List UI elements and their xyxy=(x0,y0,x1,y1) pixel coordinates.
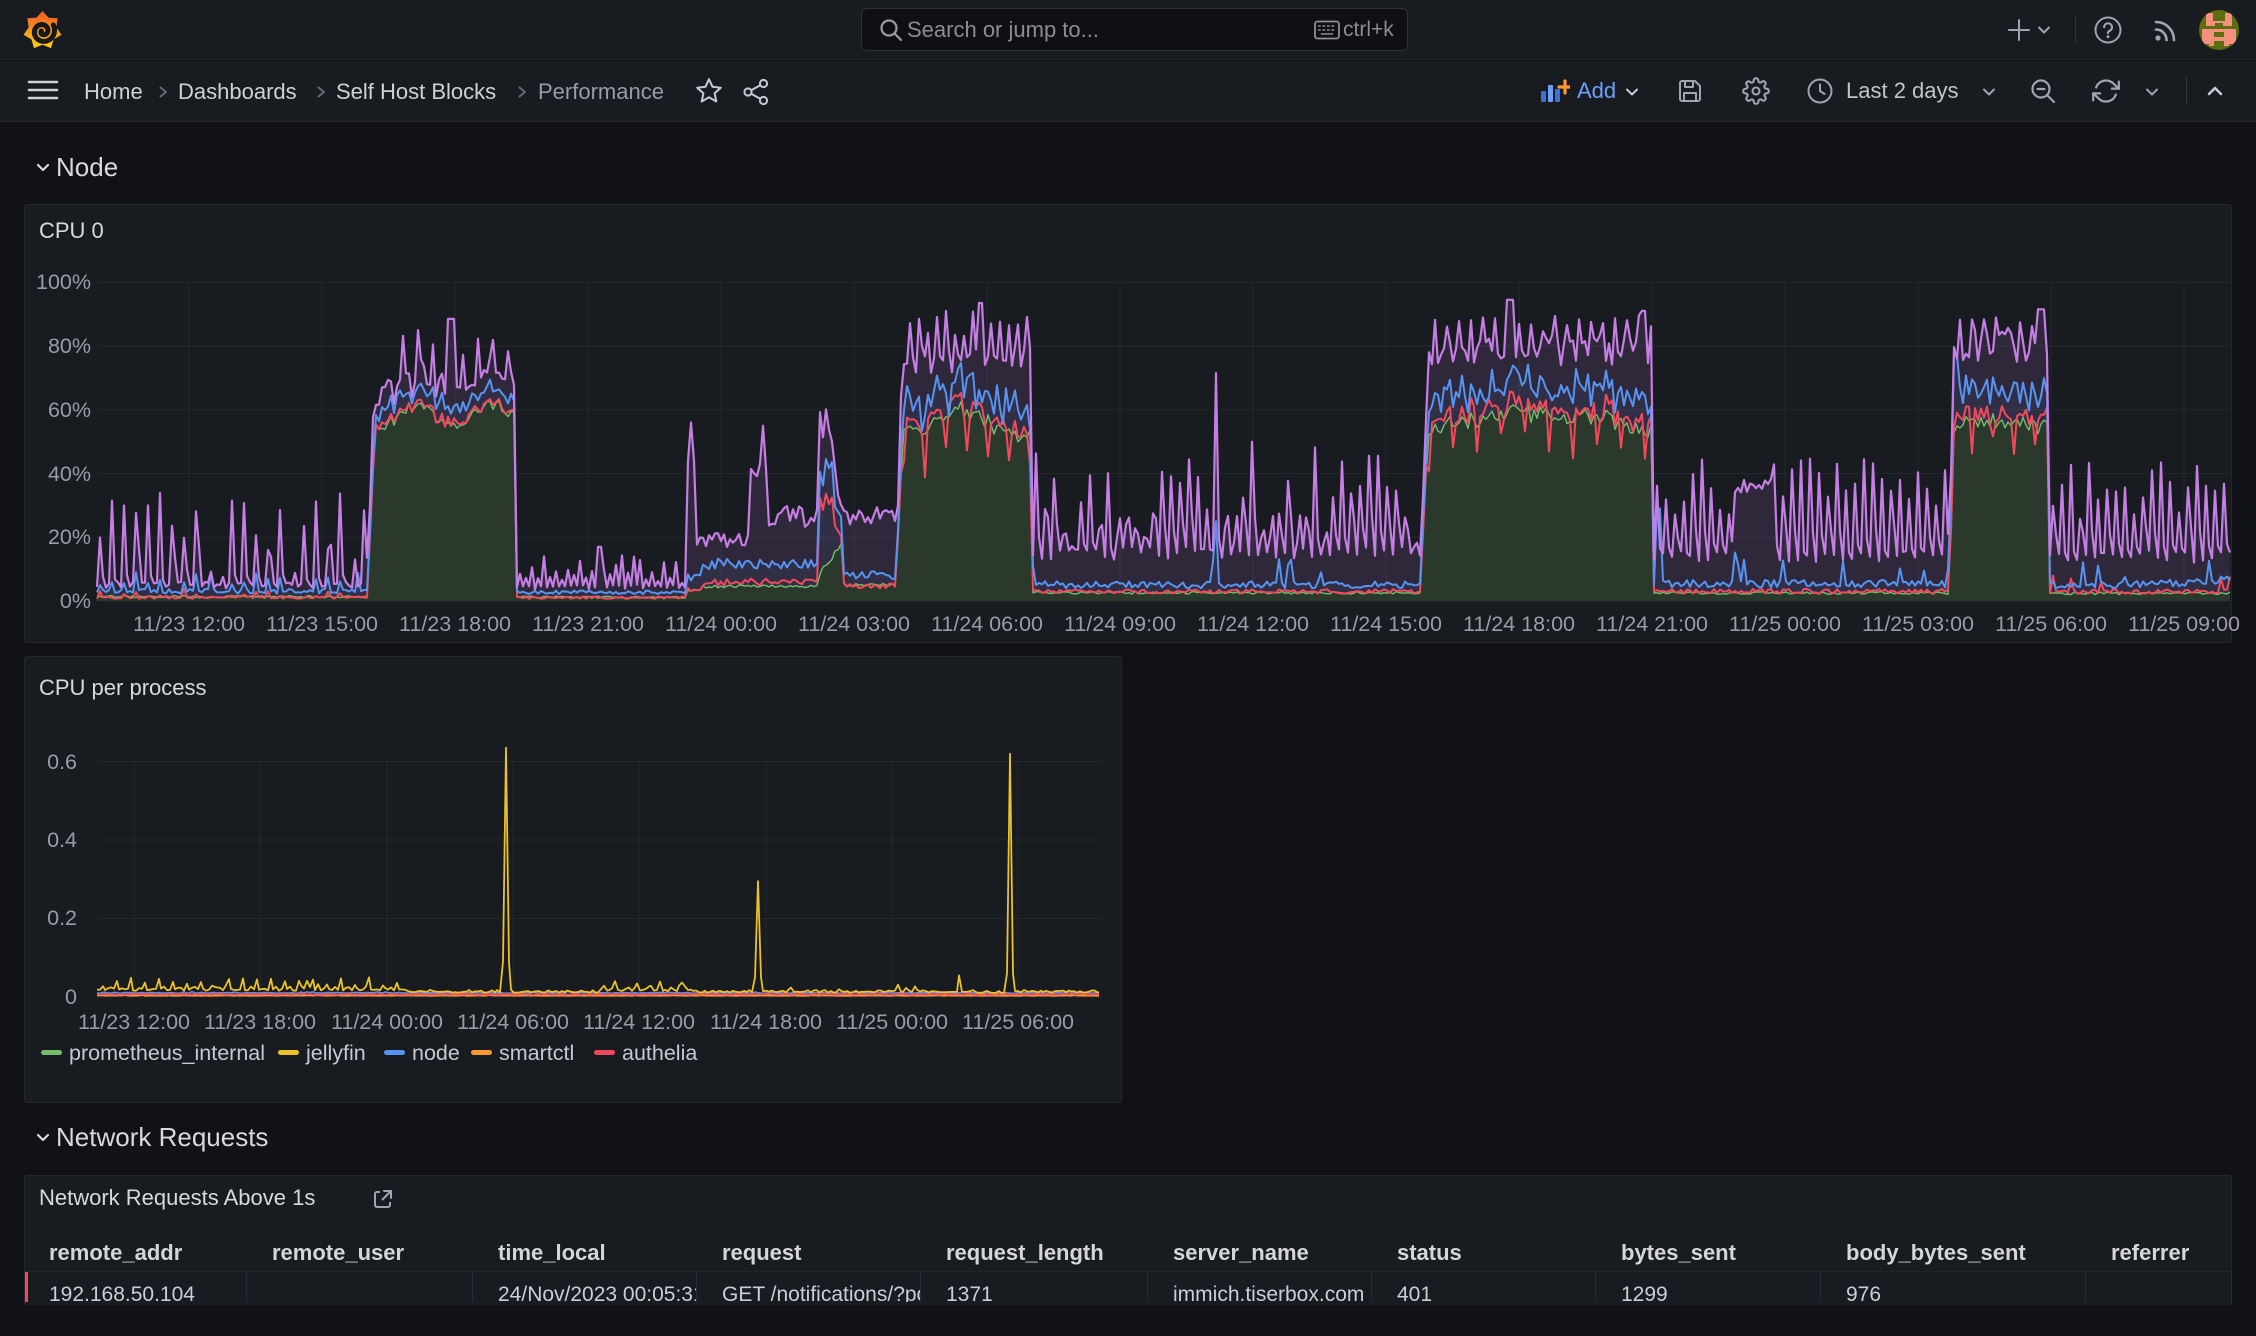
svg-text:11/25 06:00: 11/25 06:00 xyxy=(1995,612,2107,636)
svg-text:11/24 06:00: 11/24 06:00 xyxy=(457,1010,569,1034)
svg-text:11/23 15:00: 11/23 15:00 xyxy=(266,612,378,636)
svg-text:11/23 18:00: 11/23 18:00 xyxy=(399,612,511,636)
svg-text:11/24 03:00: 11/24 03:00 xyxy=(798,612,910,636)
svg-text:0: 0 xyxy=(65,985,77,1009)
svg-text:11/25 00:00: 11/25 00:00 xyxy=(1729,612,1841,636)
svg-text:smartctl: smartctl xyxy=(499,1041,574,1065)
svg-text:11/23 12:00: 11/23 12:00 xyxy=(78,1010,190,1034)
svg-text:11/23 21:00: 11/23 21:00 xyxy=(532,612,644,636)
svg-text:0.2: 0.2 xyxy=(47,906,77,930)
svg-text:11/24 15:00: 11/24 15:00 xyxy=(1330,612,1442,636)
svg-text:11/24 00:00: 11/24 00:00 xyxy=(331,1010,443,1034)
svg-text:11/24 18:00: 11/24 18:00 xyxy=(1463,612,1575,636)
svg-text:node: node xyxy=(412,1041,460,1065)
svg-text:jellyfin: jellyfin xyxy=(305,1041,366,1065)
svg-text:11/24 00:00: 11/24 00:00 xyxy=(665,612,777,636)
svg-text:40%: 40% xyxy=(48,462,91,486)
svg-text:20%: 20% xyxy=(48,525,91,549)
svg-text:60%: 60% xyxy=(48,398,91,422)
svg-text:authelia: authelia xyxy=(622,1041,697,1065)
svg-text:0.4: 0.4 xyxy=(47,828,77,852)
svg-text:11/23 18:00: 11/23 18:00 xyxy=(204,1010,316,1034)
svg-text:100%: 100% xyxy=(36,270,91,294)
svg-text:prometheus_internal: prometheus_internal xyxy=(69,1041,265,1065)
svg-text:11/25 06:00: 11/25 06:00 xyxy=(962,1010,1074,1034)
svg-text:11/23 12:00: 11/23 12:00 xyxy=(133,612,245,636)
svg-text:11/25 00:00: 11/25 00:00 xyxy=(836,1010,948,1034)
svg-text:11/24 09:00: 11/24 09:00 xyxy=(1064,612,1176,636)
svg-text:11/25 03:00: 11/25 03:00 xyxy=(1862,612,1974,636)
svg-text:11/24 12:00: 11/24 12:00 xyxy=(1197,612,1309,636)
svg-text:11/24 06:00: 11/24 06:00 xyxy=(931,612,1043,636)
svg-text:11/24 21:00: 11/24 21:00 xyxy=(1596,612,1708,636)
svg-text:0%: 0% xyxy=(60,589,91,613)
svg-text:80%: 80% xyxy=(48,334,91,358)
svg-text:0.6: 0.6 xyxy=(47,750,77,774)
svg-text:11/24 18:00: 11/24 18:00 xyxy=(710,1010,822,1034)
svg-text:11/24 12:00: 11/24 12:00 xyxy=(583,1010,695,1034)
svg-text:11/25 09:00: 11/25 09:00 xyxy=(2128,612,2240,636)
